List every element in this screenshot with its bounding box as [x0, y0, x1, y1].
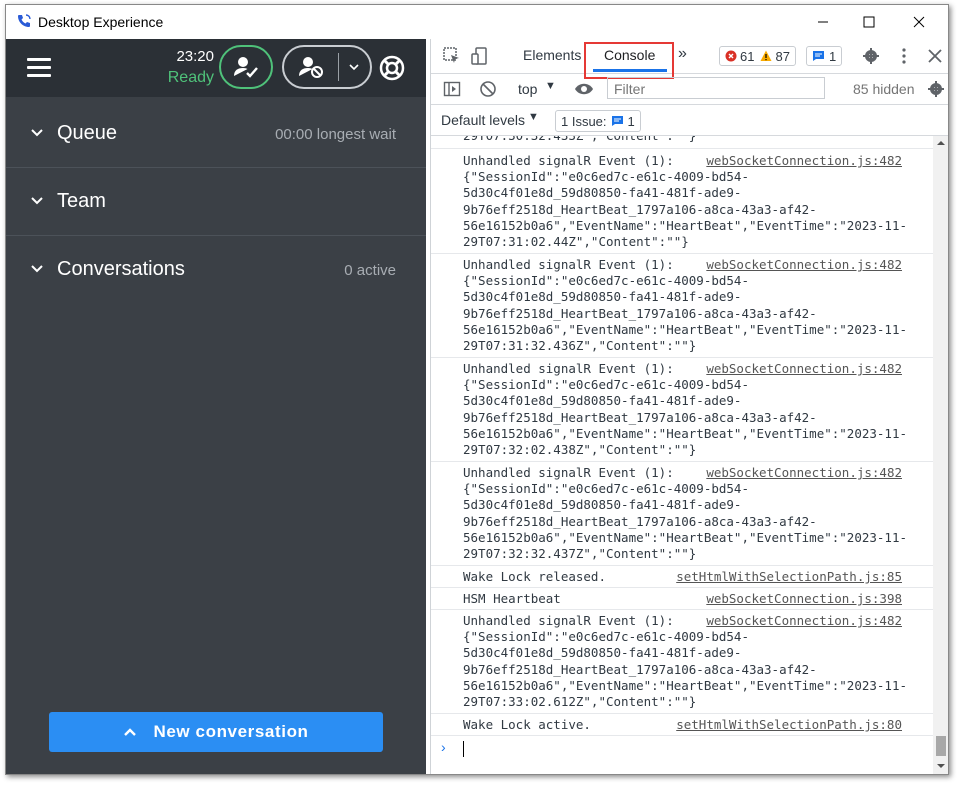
close-button[interactable]	[896, 5, 942, 39]
console-scrollbar[interactable]	[933, 136, 949, 774]
info-count: 1	[829, 48, 837, 64]
device-toolbar-icon[interactable]	[471, 47, 489, 65]
chevron-down-icon	[31, 265, 43, 273]
settings-gear-icon[interactable]	[862, 47, 880, 65]
console-output: 29T07:30:32.433Z","Content":""} Unhandle…	[431, 136, 933, 774]
console-settings-icon[interactable]	[927, 80, 945, 98]
log-source-link[interactable]: setHtmlWithSelectionPath.js:85	[676, 569, 902, 585]
log-entry: Unhandled signalR Event (1): {"SessionId…	[431, 253, 933, 358]
more-options-icon[interactable]	[895, 47, 913, 65]
app-window: Desktop Experience 23:20 Ready Queue 00:…	[5, 4, 949, 775]
log-source-link[interactable]: webSocketConnection.js:482	[706, 361, 902, 377]
chevron-up-icon	[124, 728, 137, 736]
agent-status: Ready	[167, 69, 214, 86]
log-entry: Unhandled signalR Event (1): {"SessionId…	[431, 609, 933, 714]
console-toolbar-levels: Default levels ▼ 1 Issue: 1	[431, 105, 948, 136]
log-entry: Wake Lock released. setHtmlWithSelection…	[431, 565, 933, 588]
ready-status-button[interactable]	[219, 45, 273, 89]
log-entry: HSM Heartbeat webSocketConnection.js:398	[431, 587, 933, 610]
chevron-down-icon: ▼	[528, 111, 539, 123]
title-bar: Desktop Experience	[6, 5, 948, 39]
issues-label: 1 Issue:	[561, 113, 607, 129]
issues-button[interactable]: 1 Issue: 1	[555, 110, 641, 132]
context-selector[interactable]: top	[518, 81, 537, 97]
log-entry: Unhandled signalR Event (1): {"SessionId…	[431, 461, 933, 566]
message-icon	[611, 116, 623, 126]
tab-elements[interactable]: Elements	[523, 47, 581, 63]
prompt-chevron-icon: ›	[441, 739, 446, 755]
devtools-tabbar: Elements Console » 61 87 1	[431, 39, 948, 79]
minimize-button[interactable]	[800, 5, 846, 39]
devtools-panel: Elements Console » 61 87 1 top ▼ Filter …	[430, 39, 949, 774]
agent-panel: 23:20 Ready Queue 00:00 longest wait Tea…	[6, 39, 426, 774]
chevron-down-icon	[31, 129, 43, 137]
log-entry: Unhandled signalR Event (1): {"SessionId…	[431, 357, 933, 462]
scrollbar-thumb[interactable]	[936, 736, 946, 756]
user-check-icon	[234, 57, 258, 78]
conversations-section[interactable]: Conversations 0 active	[6, 236, 426, 303]
scroll-up-arrow-icon[interactable]	[933, 137, 949, 149]
log-source-link[interactable]: webSocketConnection.js:482	[706, 257, 902, 273]
maximize-button[interactable]	[846, 5, 892, 39]
warning-icon	[760, 50, 772, 61]
log-message: Wake Lock active.	[463, 717, 591, 732]
error-icon	[725, 50, 737, 62]
sidebar-toggle-icon[interactable]	[443, 80, 461, 98]
clear-console-icon[interactable]	[479, 80, 497, 98]
minimize-icon	[818, 21, 828, 23]
issues-count: 1	[627, 113, 635, 129]
section-label: Queue	[57, 122, 118, 144]
log-message: 29T07:30:32.433Z","Content":""}	[463, 136, 696, 144]
log-source-link[interactable]: webSocketConnection.js:482	[706, 153, 902, 169]
log-entry: Wake Lock active. setHtmlWithSelectionPa…	[431, 713, 933, 736]
hidden-count: 85 hidden	[853, 81, 915, 97]
log-source-link[interactable]: setHtmlWithSelectionPath.js:80	[676, 717, 902, 733]
window-title: Desktop Experience	[38, 14, 164, 30]
log-message: HSM Heartbeat	[463, 591, 561, 606]
help-lifebuoy-icon[interactable]	[379, 55, 405, 81]
log-entry: 29T07:30:32.433Z","Content":""}	[431, 136, 933, 149]
close-icon	[913, 16, 925, 28]
maximize-icon	[863, 16, 875, 28]
info-badge[interactable]: 1	[806, 46, 843, 66]
warning-count: 87	[775, 48, 790, 64]
log-source-link[interactable]: webSocketConnection.js:482	[706, 613, 902, 629]
menu-icon[interactable]	[27, 58, 51, 78]
text-cursor	[463, 741, 464, 757]
chevron-down-icon[interactable]	[348, 63, 360, 71]
log-levels-dropdown[interactable]: Default levels	[441, 112, 525, 128]
error-warning-badge[interactable]: 61 87	[719, 46, 796, 66]
error-count: 61	[740, 48, 755, 64]
queue-wait: 00:00 longest wait	[275, 126, 396, 143]
chevron-down-icon: ▼	[545, 80, 556, 92]
eye-icon[interactable]	[574, 81, 594, 97]
log-source-link[interactable]: webSocketConnection.js:398	[706, 591, 902, 607]
message-icon	[813, 51, 824, 61]
section-label: Team	[57, 190, 106, 212]
filter-input[interactable]: Filter	[607, 77, 825, 99]
console-toolbar: top ▼ Filter 85 hidden	[431, 74, 948, 105]
conversations-count: 0 active	[344, 262, 396, 279]
phone-app-icon	[18, 14, 31, 27]
console-prompt[interactable]: ›	[431, 737, 933, 761]
agent-toolbar: 23:20 Ready	[6, 39, 426, 97]
chevron-down-icon	[31, 197, 43, 205]
log-entry: Unhandled signalR Event (1): {"SessionId…	[431, 149, 933, 254]
new-conversation-button[interactable]: New conversation	[49, 712, 383, 752]
user-block-icon	[299, 57, 323, 78]
team-section[interactable]: Team	[6, 168, 426, 236]
more-tabs-icon[interactable]: »	[678, 45, 687, 63]
inspect-element-icon[interactable]	[443, 47, 461, 65]
new-conversation-label: New conversation	[153, 722, 309, 741]
section-label: Conversations	[57, 258, 185, 280]
log-source-link[interactable]: webSocketConnection.js:482	[706, 465, 902, 481]
close-devtools-icon[interactable]	[926, 47, 944, 65]
status-timer: 23:20	[176, 48, 214, 65]
not-ready-button[interactable]	[282, 45, 372, 89]
log-message: Wake Lock released.	[463, 569, 606, 584]
queue-section[interactable]: Queue 00:00 longest wait	[6, 100, 426, 168]
scroll-down-arrow-icon[interactable]	[933, 760, 949, 772]
